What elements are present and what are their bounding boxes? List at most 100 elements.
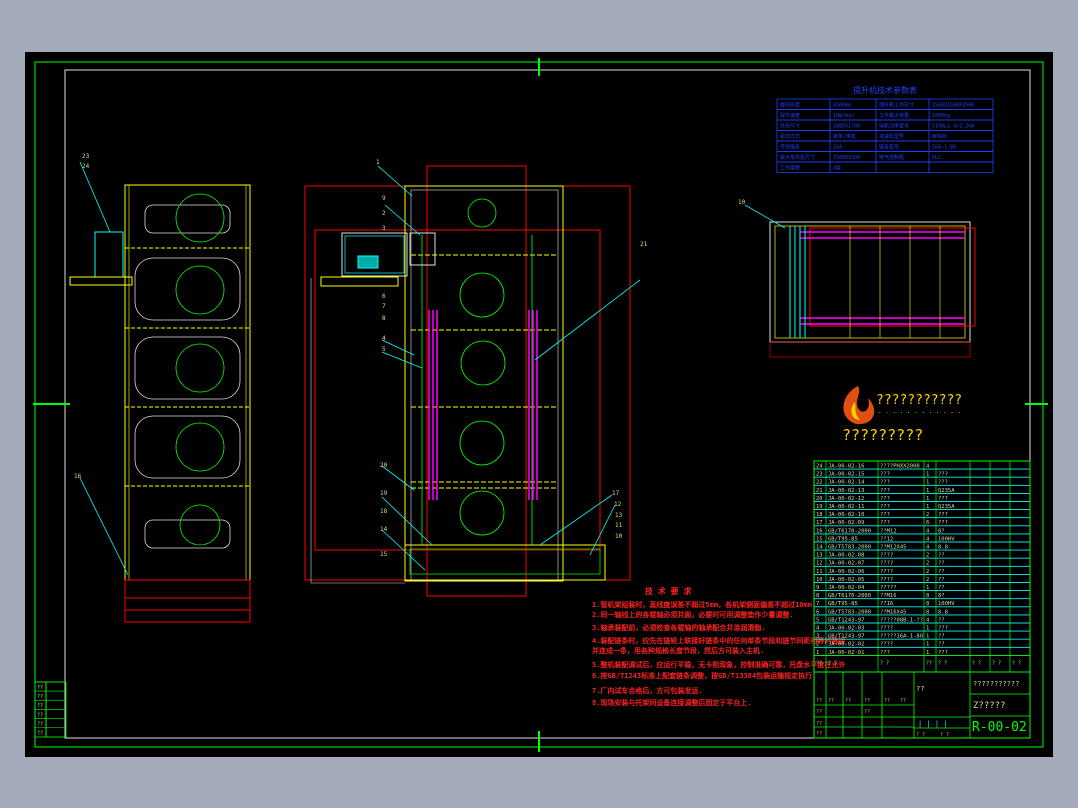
svg-text:18: 18 — [380, 508, 388, 515]
requirement-item: 7.厂内试车合格后，方可包装发运. — [592, 686, 703, 695]
parts-cell: GB/T5783-2000 — [828, 609, 871, 615]
parts-cell: GB/T95-85 — [828, 536, 858, 542]
svg-text:17: 17 — [612, 490, 620, 497]
svg-text:??: ?? — [816, 698, 822, 704]
svg-text:??: ?? — [816, 721, 822, 727]
parts-cell: ?? — [938, 569, 945, 575]
spec-cell: 1000kg — [932, 113, 950, 119]
spec-cell: 16A-1-80 — [932, 145, 956, 151]
parts-cell: ??? — [938, 472, 948, 478]
svg-text:20: 20 — [380, 462, 388, 469]
requirement-item: 5.整机装配调试后，应运行平稳，无卡阻现象，控制准确可靠，托盘水平度在允许 — [592, 660, 845, 669]
svg-text:19: 19 — [380, 490, 388, 497]
parts-cell: ?? — [938, 642, 945, 648]
parts-cell: ?????08B-1-?? — [880, 617, 923, 623]
svg-text:?????????: ????????? — [842, 426, 923, 444]
parts-cell: 8 — [816, 593, 819, 599]
parts-header-cell: ?? — [816, 660, 822, 666]
parts-cell: 12 — [816, 561, 823, 567]
svg-text:1: 1 — [376, 159, 380, 166]
parts-cell: ??? — [880, 512, 890, 518]
spec-cell: 4层 — [833, 166, 841, 172]
parts-cell: ?? — [938, 617, 945, 623]
requirement-item: 1.管机架组装时，直线度误差不超过5mm，各机架侧面偏差不超过10mm. — [592, 600, 816, 609]
parts-cell: ??M12X45 — [880, 545, 907, 551]
parts-cell: 1 — [926, 472, 929, 478]
parts-cell: 1 — [926, 496, 929, 502]
spec-cell: 链条/电机 — [833, 133, 856, 140]
svg-text:8: 8 — [382, 315, 386, 322]
parts-cell: ??? — [938, 520, 948, 526]
parts-cell: ??? — [880, 480, 890, 486]
parts-cell: ?? — [938, 585, 945, 591]
parts-header-cell: ? ? — [992, 660, 1001, 666]
parts-header-cell: ? ? — [880, 660, 889, 666]
requirement-item: 3.轴承装配前，必须检查各辊轴的轴承配合并涂润滑脂. — [592, 623, 766, 632]
parts-cell: ??? — [880, 496, 890, 502]
parts-cell: ?? — [938, 561, 945, 567]
spec-cell: 工作最大荷重 — [879, 112, 909, 119]
svg-text:4: 4 — [382, 335, 386, 342]
requirement-item: 2.同一轴线上的各辊轴必须共面，必要时可用调整垫作少量调整. — [592, 610, 794, 619]
parts-cell: 1 — [816, 650, 819, 656]
drawing-number: R-00-02 — [972, 720, 1027, 735]
svg-text:??: ?? — [816, 731, 822, 737]
spec-cell: 减速机型号 — [879, 133, 904, 140]
parts-cell: JA-00-02-04 — [828, 585, 865, 591]
revision-cell: ?? — [37, 694, 43, 700]
parts-cell: 9 — [816, 585, 819, 591]
parts-cell: 2 — [926, 561, 929, 567]
parts-cell: 19 — [816, 504, 823, 510]
svg-text:11: 11 — [615, 522, 623, 529]
parts-cell: 8? — [938, 593, 945, 599]
svg-text:? ?: ? ? — [916, 732, 925, 738]
parts-cell: ???? — [880, 642, 893, 648]
parts-cell: ??M12 — [880, 528, 897, 534]
spec-cell: 工作层数 — [780, 165, 800, 172]
balloon-label: 23 — [82, 153, 90, 160]
svg-text:2: 2 — [382, 210, 386, 217]
svg-text:14: 14 — [380, 526, 388, 533]
parts-cell: JA-00-02-08 — [828, 553, 864, 559]
spec-cell: 驱动方式 — [780, 133, 800, 140]
parts-cell: ?? — [938, 577, 945, 583]
parts-cell: JA-00-02-07 — [828, 561, 864, 567]
parts-cell: 1 — [926, 488, 929, 494]
parts-cell: JA-00-02-10 — [828, 512, 864, 518]
parts-cell: 8 — [926, 593, 929, 599]
parts-cell: ??? — [938, 626, 948, 632]
parts-cell: 23 — [816, 472, 823, 478]
parts-header-cell: ?? — [926, 660, 932, 666]
parts-cell: JA-00-02-05 — [828, 577, 864, 583]
svg-text:5: 5 — [382, 346, 386, 353]
parts-cell: ???? — [880, 626, 893, 632]
parts-cell: Q235A — [938, 504, 955, 510]
cad-viewport[interactable]: 23 2 4 1 6 1 9 2 3 6 7 8 4 5 20 19 18 14 1… — [0, 0, 1078, 808]
svg-text:??: ?? — [864, 698, 870, 704]
parts-header-cell: ? ? — [828, 660, 837, 666]
parts-cell: GB/T5783-2000 — [828, 545, 871, 551]
parts-cell: 8 — [926, 601, 929, 607]
company-name: ??????????? — [973, 680, 1019, 688]
parts-cell: ??? — [880, 472, 890, 478]
spec-cell: 1500X1500 — [833, 155, 860, 161]
parts-cell: ?? — [938, 634, 945, 640]
parts-cell: JA-00-02-12 — [828, 496, 864, 502]
svg-text:9: 9 — [382, 195, 386, 202]
parts-cell: 11 — [816, 569, 823, 575]
parts-cell: ???? — [880, 577, 893, 583]
parts-cell: JA-00-02-02 — [828, 642, 864, 648]
svg-text:15: 15 — [380, 551, 388, 558]
parts-cell: JA-00-02-14 — [828, 480, 865, 486]
spec-cell: 链条型号 — [879, 144, 899, 151]
parts-cell: 7 — [816, 601, 819, 607]
parts-cell: 18 — [816, 512, 823, 518]
parts-cell: 6 — [816, 609, 819, 615]
parts-cell: 1 — [926, 504, 929, 510]
parts-cell: ?? — [938, 553, 945, 559]
parts-cell: 2 — [926, 512, 929, 518]
spec-cell: 提升高度 — [780, 102, 800, 109]
svg-text:7: 7 — [382, 303, 386, 310]
parts-cell: 21 — [816, 488, 823, 494]
spec-table-title: 提升机技术参数表 — [853, 85, 917, 95]
